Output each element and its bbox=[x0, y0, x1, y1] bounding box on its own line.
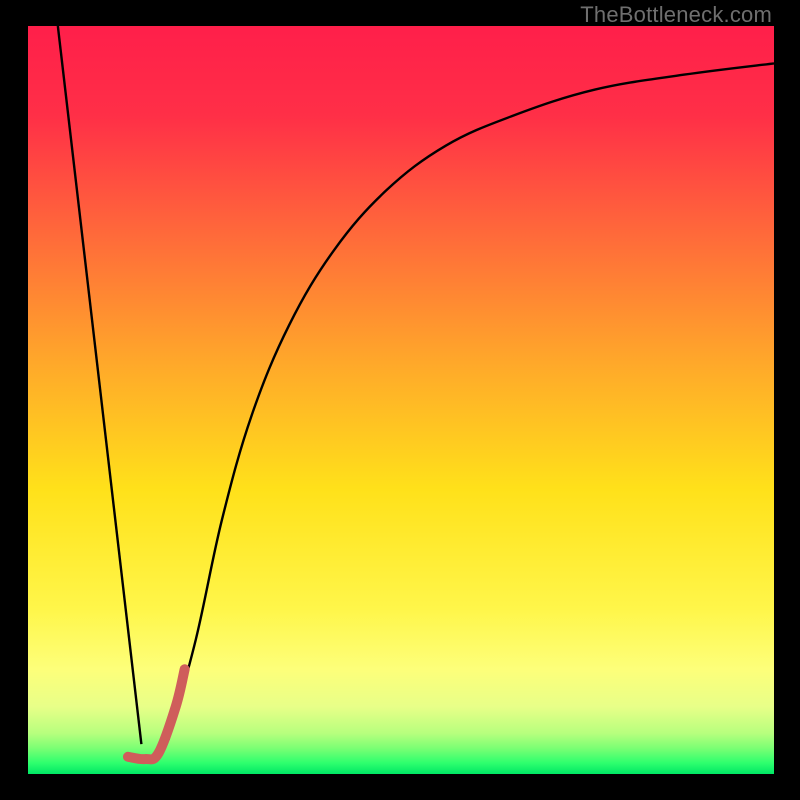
watermark-text: TheBottleneck.com bbox=[580, 2, 772, 28]
bottleneck-chart bbox=[28, 26, 774, 774]
gradient-background bbox=[28, 26, 774, 774]
chart-frame: TheBottleneck.com bbox=[0, 0, 800, 800]
